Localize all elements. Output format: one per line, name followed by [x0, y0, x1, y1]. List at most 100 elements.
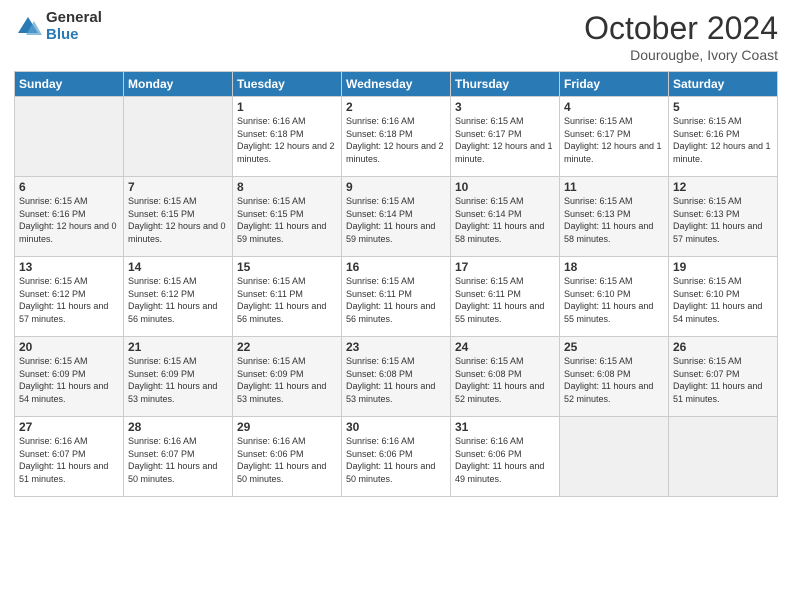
day-number: 4: [564, 100, 664, 114]
calendar-cell: 29Sunrise: 6:16 AM Sunset: 6:06 PM Dayli…: [233, 417, 342, 497]
location: Dourougbe, Ivory Coast: [584, 47, 778, 63]
cell-content: Sunrise: 6:15 AM Sunset: 6:08 PM Dayligh…: [455, 355, 555, 405]
col-wednesday: Wednesday: [342, 72, 451, 97]
calendar-cell: 17Sunrise: 6:15 AM Sunset: 6:11 PM Dayli…: [451, 257, 560, 337]
calendar-cell: 19Sunrise: 6:15 AM Sunset: 6:10 PM Dayli…: [669, 257, 778, 337]
cell-content: Sunrise: 6:15 AM Sunset: 6:10 PM Dayligh…: [564, 275, 664, 325]
day-number: 16: [346, 260, 446, 274]
day-number: 10: [455, 180, 555, 194]
col-saturday: Saturday: [669, 72, 778, 97]
day-number: 6: [19, 180, 119, 194]
cell-content: Sunrise: 6:15 AM Sunset: 6:12 PM Dayligh…: [19, 275, 119, 325]
cell-content: Sunrise: 6:15 AM Sunset: 6:13 PM Dayligh…: [564, 195, 664, 245]
col-monday: Monday: [124, 72, 233, 97]
day-number: 24: [455, 340, 555, 354]
cell-content: Sunrise: 6:16 AM Sunset: 6:06 PM Dayligh…: [237, 435, 337, 485]
day-number: 8: [237, 180, 337, 194]
cell-content: Sunrise: 6:16 AM Sunset: 6:07 PM Dayligh…: [19, 435, 119, 485]
calendar-week-5: 27Sunrise: 6:16 AM Sunset: 6:07 PM Dayli…: [15, 417, 778, 497]
cell-content: Sunrise: 6:15 AM Sunset: 6:09 PM Dayligh…: [19, 355, 119, 405]
cell-content: Sunrise: 6:15 AM Sunset: 6:09 PM Dayligh…: [237, 355, 337, 405]
calendar-cell: 6Sunrise: 6:15 AM Sunset: 6:16 PM Daylig…: [15, 177, 124, 257]
calendar-cell: 23Sunrise: 6:15 AM Sunset: 6:08 PM Dayli…: [342, 337, 451, 417]
calendar-page: General Blue October 2024 Dourougbe, Ivo…: [0, 0, 792, 612]
calendar-cell: 26Sunrise: 6:15 AM Sunset: 6:07 PM Dayli…: [669, 337, 778, 417]
calendar-cell: [669, 417, 778, 497]
day-number: 11: [564, 180, 664, 194]
cell-content: Sunrise: 6:15 AM Sunset: 6:10 PM Dayligh…: [673, 275, 773, 325]
day-number: 18: [564, 260, 664, 274]
calendar-cell: 28Sunrise: 6:16 AM Sunset: 6:07 PM Dayli…: [124, 417, 233, 497]
cell-content: Sunrise: 6:15 AM Sunset: 6:17 PM Dayligh…: [455, 115, 555, 165]
calendar-header: Sunday Monday Tuesday Wednesday Thursday…: [15, 72, 778, 97]
calendar-cell: 7Sunrise: 6:15 AM Sunset: 6:15 PM Daylig…: [124, 177, 233, 257]
calendar-cell: 5Sunrise: 6:15 AM Sunset: 6:16 PM Daylig…: [669, 97, 778, 177]
logo-text: General Blue: [46, 10, 102, 43]
calendar-cell: 2Sunrise: 6:16 AM Sunset: 6:18 PM Daylig…: [342, 97, 451, 177]
calendar-cell: 10Sunrise: 6:15 AM Sunset: 6:14 PM Dayli…: [451, 177, 560, 257]
calendar-cell: 24Sunrise: 6:15 AM Sunset: 6:08 PM Dayli…: [451, 337, 560, 417]
day-number: 1: [237, 100, 337, 114]
calendar-week-1: 1 Sunrise: 6:16 AM Sunset: 6:18 PM Daylig…: [15, 97, 778, 177]
title-block: October 2024 Dourougbe, Ivory Coast: [584, 10, 778, 63]
day-number: 29: [237, 420, 337, 434]
cell-content: Sunrise: 6:15 AM Sunset: 6:14 PM Dayligh…: [346, 195, 446, 245]
calendar-cell: 11Sunrise: 6:15 AM Sunset: 6:13 PM Dayli…: [560, 177, 669, 257]
cell-content: Sunrise: 6:15 AM Sunset: 6:13 PM Dayligh…: [673, 195, 773, 245]
cell-content: Sunrise: 6:16 AM Sunset: 6:06 PM Dayligh…: [346, 435, 446, 485]
cell-content: Sunrise: 6:15 AM Sunset: 6:12 PM Dayligh…: [128, 275, 228, 325]
col-thursday: Thursday: [451, 72, 560, 97]
day-number: 9: [346, 180, 446, 194]
calendar-cell: [560, 417, 669, 497]
day-number: 31: [455, 420, 555, 434]
calendar-cell: 8Sunrise: 6:15 AM Sunset: 6:15 PM Daylig…: [233, 177, 342, 257]
logo: General Blue: [14, 10, 102, 43]
day-number: 15: [237, 260, 337, 274]
day-number: 30: [346, 420, 446, 434]
cell-content: Sunrise: 6:15 AM Sunset: 6:15 PM Dayligh…: [128, 195, 228, 245]
calendar-cell: 3Sunrise: 6:15 AM Sunset: 6:17 PM Daylig…: [451, 97, 560, 177]
day-number: 17: [455, 260, 555, 274]
cell-content: Sunrise: 6:15 AM Sunset: 6:11 PM Dayligh…: [455, 275, 555, 325]
day-number: 12: [673, 180, 773, 194]
day-number: 21: [128, 340, 228, 354]
logo-general: General: [46, 10, 102, 27]
cell-content: Sunrise: 6:15 AM Sunset: 6:14 PM Dayligh…: [455, 195, 555, 245]
calendar-week-2: 6Sunrise: 6:15 AM Sunset: 6:16 PM Daylig…: [15, 177, 778, 257]
calendar-table: Sunday Monday Tuesday Wednesday Thursday…: [14, 71, 778, 497]
calendar-cell: 13Sunrise: 6:15 AM Sunset: 6:12 PM Dayli…: [15, 257, 124, 337]
cell-content: Sunrise: 6:15 AM Sunset: 6:11 PM Dayligh…: [346, 275, 446, 325]
cell-content: Sunrise: 6:16 AM Sunset: 6:07 PM Dayligh…: [128, 435, 228, 485]
day-number: 26: [673, 340, 773, 354]
day-number: 25: [564, 340, 664, 354]
day-number: 27: [19, 420, 119, 434]
cell-content: Sunrise: 6:15 AM Sunset: 6:17 PM Dayligh…: [564, 115, 664, 165]
calendar-cell: 16Sunrise: 6:15 AM Sunset: 6:11 PM Dayli…: [342, 257, 451, 337]
cell-content: Sunrise: 6:15 AM Sunset: 6:16 PM Dayligh…: [19, 195, 119, 245]
logo-blue: Blue: [46, 27, 102, 44]
calendar-cell: [15, 97, 124, 177]
cell-content: Sunrise: 6:15 AM Sunset: 6:08 PM Dayligh…: [564, 355, 664, 405]
col-friday: Friday: [560, 72, 669, 97]
day-number: 14: [128, 260, 228, 274]
cell-content: Sunrise: 6:16 AM Sunset: 6:18 PM Dayligh…: [346, 115, 446, 165]
calendar-cell: 20Sunrise: 6:15 AM Sunset: 6:09 PM Dayli…: [15, 337, 124, 417]
calendar-cell: 18Sunrise: 6:15 AM Sunset: 6:10 PM Dayli…: [560, 257, 669, 337]
col-sunday: Sunday: [15, 72, 124, 97]
day-number: 23: [346, 340, 446, 354]
cell-content: Sunrise: 6:15 AM Sunset: 6:08 PM Dayligh…: [346, 355, 446, 405]
cell-content: Sunrise: 6:15 AM Sunset: 6:15 PM Dayligh…: [237, 195, 337, 245]
day-number: 2: [346, 100, 446, 114]
day-number: 22: [237, 340, 337, 354]
header: General Blue October 2024 Dourougbe, Ivo…: [14, 10, 778, 63]
calendar-cell: 1Sunrise: 6:16 AM Sunset: 6:18 PM Daylig…: [233, 97, 342, 177]
day-number: 3: [455, 100, 555, 114]
calendar-week-3: 13Sunrise: 6:15 AM Sunset: 6:12 PM Dayli…: [15, 257, 778, 337]
day-number: 20: [19, 340, 119, 354]
day-number: 28: [128, 420, 228, 434]
calendar-cell: 25Sunrise: 6:15 AM Sunset: 6:08 PM Dayli…: [560, 337, 669, 417]
calendar-cell: 12Sunrise: 6:15 AM Sunset: 6:13 PM Dayli…: [669, 177, 778, 257]
cell-content: Sunrise: 6:15 AM Sunset: 6:09 PM Dayligh…: [128, 355, 228, 405]
calendar-cell: 9Sunrise: 6:15 AM Sunset: 6:14 PM Daylig…: [342, 177, 451, 257]
cell-content: Sunrise: 6:15 AM Sunset: 6:07 PM Dayligh…: [673, 355, 773, 405]
